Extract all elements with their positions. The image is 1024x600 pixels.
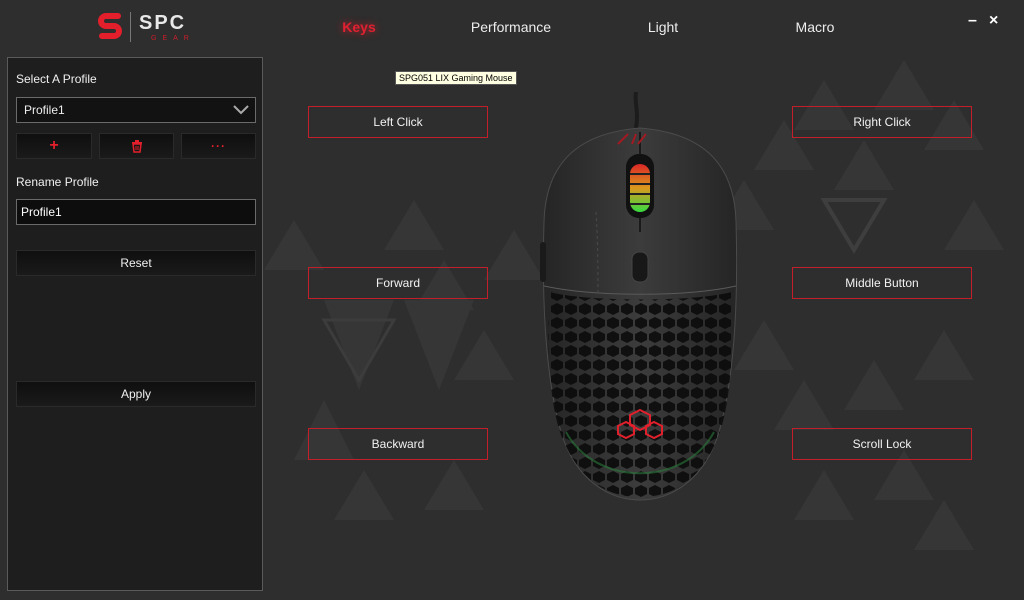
profile-select-value: Profile1 [24,103,65,117]
chevron-down-icon [233,105,249,115]
middle-button[interactable]: Middle Button [792,267,972,299]
more-icon: ··· [211,139,226,153]
scroll-lock-button[interactable]: Scroll Lock [792,428,972,460]
right-click-button[interactable]: Right Click [792,106,972,138]
profile-panel: Select A Profile Profile1 + ··· Rename P… [7,57,263,591]
trash-icon [131,140,142,153]
add-profile-button[interactable]: + [16,133,92,159]
apply-button[interactable]: Apply [16,381,256,407]
reset-button[interactable]: Reset [16,250,256,276]
select-profile-label: Select A Profile [16,72,97,86]
mouse-image [540,92,738,501]
rename-profile-label: Rename Profile [16,175,99,189]
tab-macro[interactable]: Macro [796,19,835,35]
forward-button[interactable]: Forward [308,267,488,299]
profile-select[interactable]: Profile1 [16,97,256,123]
plus-icon: + [49,137,59,154]
rename-profile-input[interactable]: Profile1 [16,199,256,225]
top-navigation: Keys Performance Light Macro [0,19,1024,39]
device-tooltip: SPG051 LIX Gaming Mouse [395,71,517,85]
minimize-button[interactable]: – [968,12,977,30]
tab-performance[interactable]: Performance [471,19,551,35]
tab-light[interactable]: Light [648,19,678,35]
tab-keys[interactable]: Keys [342,19,375,35]
delete-profile-button[interactable] [99,133,174,159]
left-click-button[interactable]: Left Click [308,106,488,138]
close-button[interactable]: × [989,12,998,30]
more-options-button[interactable]: ··· [181,133,256,159]
backward-button[interactable]: Backward [308,428,488,460]
